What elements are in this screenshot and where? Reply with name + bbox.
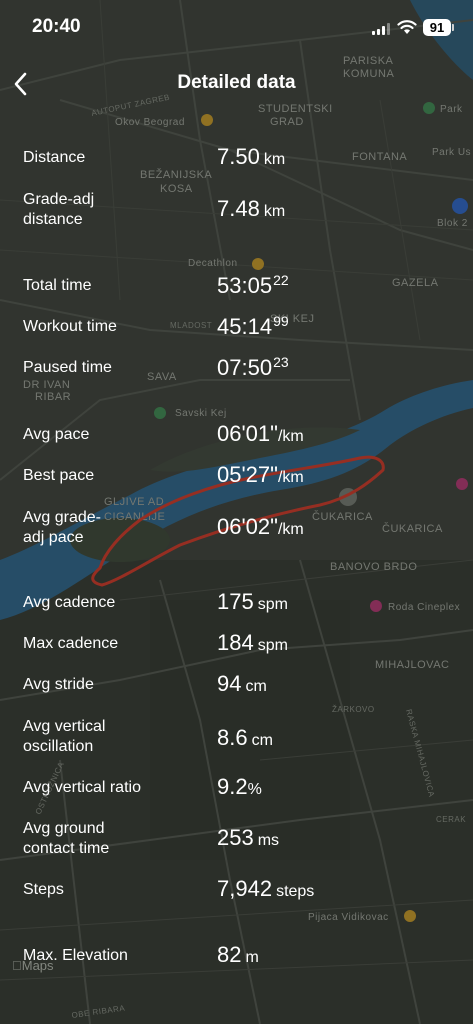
metric-value-group: 7,942 steps [217, 876, 314, 902]
battery-indicator: 91 [423, 19, 451, 36]
metric-value: 06'02" [217, 514, 278, 539]
metric-hundredths: 99 [273, 313, 289, 329]
metric-label: Distance [23, 149, 86, 166]
metric-label: Avg stride [23, 676, 94, 693]
metric-label: Paused time [23, 359, 112, 376]
metric-value-group: 53:0522 [217, 272, 289, 299]
metric-value-group: 05'27"/km [217, 462, 304, 488]
metric-unit: /km [277, 428, 304, 445]
battery-cap-icon [452, 24, 454, 31]
metric-unit: /km [277, 521, 304, 538]
metric-value: 82 [217, 942, 242, 967]
metric-value-group: 9.2% [217, 774, 262, 800]
metric-value-group: 7.48 km [217, 196, 285, 222]
metric-value-group: 175 spm [217, 589, 288, 615]
metric-value: 175 [217, 589, 254, 614]
metric-label: Best pace [23, 467, 95, 484]
metric-unit: spm [257, 637, 288, 654]
metric-value: 184 [217, 630, 254, 655]
metric-hundredths: 23 [273, 354, 289, 370]
metric-value-group: 06'02"/km [217, 514, 304, 540]
wifi-icon [397, 20, 417, 34]
metric-value-group: 94 cm [217, 671, 267, 697]
metric-label: Steps [23, 881, 64, 898]
metric-value-group: 8.6 cm [217, 725, 273, 751]
metric-hundredths: 22 [273, 272, 289, 288]
metric-value-group: 06'01"/km [217, 421, 304, 447]
metric-label: Max cadence [23, 635, 119, 652]
metric-value-group: 45:1499 [217, 313, 289, 340]
status-time: 20:40 [32, 16, 81, 37]
metric-label: Workout time [23, 318, 117, 335]
metric-label: Avg pace [23, 426, 90, 443]
metric-value: 8.6 [217, 725, 248, 750]
page-title: Detailed data [177, 72, 296, 93]
metric-value-group: 07:5023 [217, 354, 289, 381]
metric-label: Avg grade- adj pace [23, 509, 101, 546]
metric-value: 45:14 [217, 314, 273, 339]
metric-unit: spm [257, 596, 288, 613]
metric-value: 07:50 [217, 355, 273, 380]
metric-value: 253 [217, 825, 254, 850]
metric-label: Avg vertical oscillation [23, 718, 106, 755]
metric-unit: % [247, 781, 262, 798]
metric-value: 06'01" [217, 421, 278, 446]
metric-unit: cm [245, 678, 267, 695]
metric-value: 7,942 [217, 876, 273, 901]
metric-value-group: 253 ms [217, 825, 279, 851]
metric-label: Avg ground contact time [23, 820, 110, 857]
metric-unit: m [245, 949, 259, 966]
metric-unit: km [263, 151, 286, 168]
status-bar: 20:40 91 [0, 0, 473, 56]
cellular-signal-icon [372, 23, 390, 35]
metric-value: 94 [217, 671, 242, 696]
metric-value-group: 82 m [217, 942, 259, 968]
metric-value: 9.2 [217, 774, 248, 799]
metric-unit: cm [251, 732, 273, 749]
metric-value: 53:05 [217, 273, 273, 298]
metric-unit: /km [277, 469, 304, 486]
metric-label: Avg vertical ratio [23, 779, 141, 796]
metric-unit: km [263, 203, 286, 220]
metric-value: 7.50 [217, 144, 260, 169]
metric-label: Total time [23, 277, 92, 294]
metric-value-group: 184 spm [217, 630, 288, 656]
apple-maps-logo: Maps [12, 958, 54, 973]
metric-value: 7.48 [217, 196, 260, 221]
metric-value-group: 7.50 km [217, 144, 285, 170]
metric-unit: ms [257, 832, 280, 849]
metric-label: Grade-adj distance [23, 191, 95, 228]
metric-value: 05'27" [217, 462, 278, 487]
metric-label: Avg cadence [23, 594, 116, 611]
metric-unit: steps [276, 883, 315, 900]
